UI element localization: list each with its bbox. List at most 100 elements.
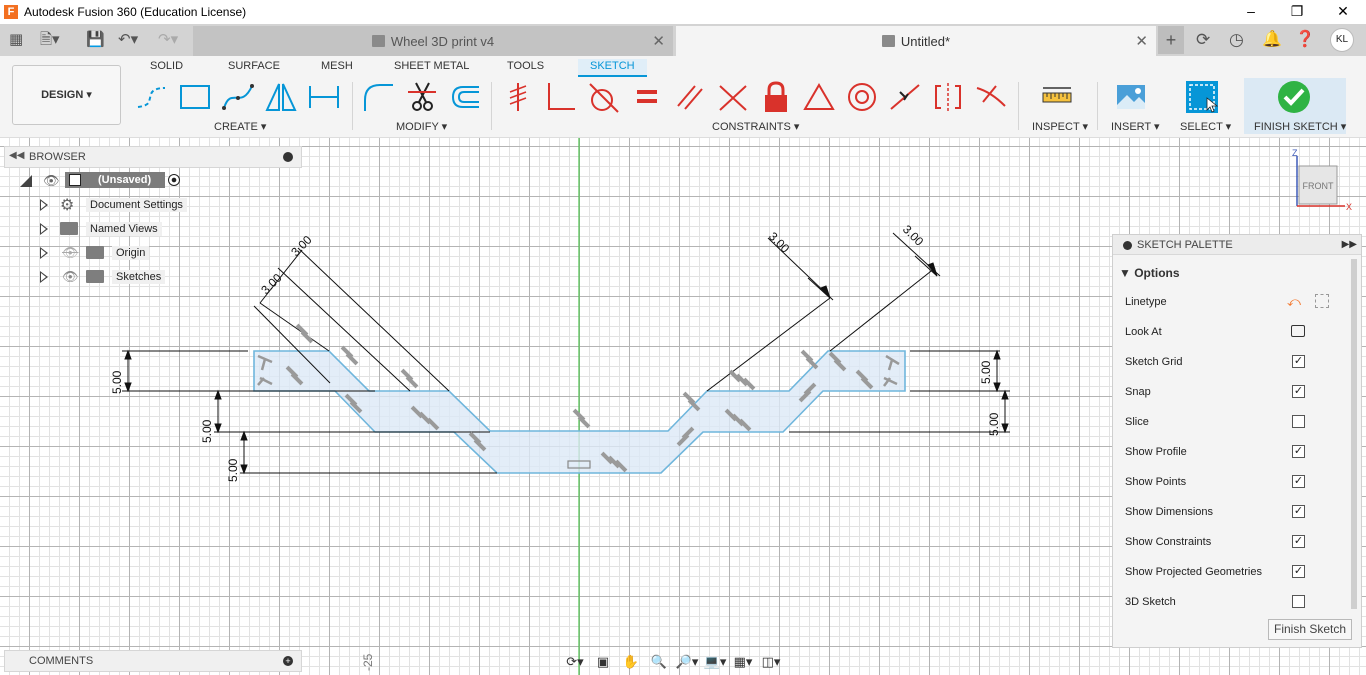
redo-icon[interactable]: ↷▾: [158, 30, 178, 50]
save-icon[interactable]: 💾: [86, 30, 105, 50]
canvas-viewport[interactable]: 3.00 3.00 3.00 3.00 5.00 5.00 5.00 5.00 …: [0, 138, 1366, 675]
slice-checkbox[interactable]: [1292, 415, 1305, 428]
finish-sketch-button[interactable]: Finish Sketch: [1268, 619, 1352, 640]
dim-text-angled-left-1[interactable]: 3.00: [288, 232, 315, 259]
options-section-header[interactable]: ▼ Options: [1119, 266, 1180, 280]
create-menu[interactable]: CREATE ▾: [214, 120, 266, 133]
expand-triangle-icon[interactable]: [40, 247, 48, 259]
browser-menu-icon[interactable]: [283, 152, 293, 162]
eye-icon[interactable]: 👁: [43, 173, 60, 189]
curvature-constraint-icon[interactable]: [974, 80, 1008, 114]
dim-text-height-left-1[interactable]: 5.00: [110, 370, 124, 394]
centerline-icon[interactable]: [1315, 294, 1329, 308]
equal-constraint-icon[interactable]: [630, 80, 664, 114]
job-status-icon[interactable]: ◷: [1229, 30, 1244, 50]
browser-root-row[interactable]: 👁 (Unsaved): [18, 170, 188, 192]
collapse-browser-icon[interactable]: ◀◀: [9, 150, 24, 161]
zoom-window-icon[interactable]: 🔎▾: [675, 654, 699, 670]
orbit-icon[interactable]: ⟳▾: [563, 654, 587, 670]
insert-image-icon[interactable]: [1114, 80, 1148, 114]
tab-tools[interactable]: TOOLS: [507, 59, 544, 77]
avatar[interactable]: KL: [1330, 28, 1354, 52]
3d-sketch-checkbox[interactable]: [1292, 595, 1305, 608]
palette-menu-icon[interactable]: [1123, 241, 1132, 250]
symmetric-constraint-icon[interactable]: [931, 80, 965, 114]
zoom-icon[interactable]: 🔍: [647, 654, 671, 670]
file-menu-icon[interactable]: 🗎▾: [40, 30, 60, 50]
dim-text-angled-right-2[interactable]: 3.00: [900, 222, 927, 249]
grid-settings-icon[interactable]: ▦▾: [731, 654, 755, 670]
snap-checkbox[interactable]: ✓: [1292, 385, 1305, 398]
palette-scrollbar[interactable]: [1351, 259, 1357, 609]
insert-menu[interactable]: INSERT ▾: [1111, 120, 1160, 133]
perpendicular-constraint-icon[interactable]: [544, 80, 578, 114]
dim-text-height-left-2[interactable]: 5.00: [200, 419, 214, 443]
show-points-checkbox[interactable]: ✓: [1292, 475, 1305, 488]
viewcube[interactable]: FRONT Z X: [1292, 148, 1352, 212]
rectangle-tool-icon[interactable]: [178, 80, 212, 114]
tab-sketch[interactable]: SKETCH: [578, 59, 647, 77]
tangent-constraint-icon[interactable]: [587, 80, 621, 114]
show-profile-checkbox[interactable]: ✓: [1292, 445, 1305, 458]
extensions-icon[interactable]: ⟳: [1196, 30, 1210, 50]
mirror-tool-icon[interactable]: [264, 80, 298, 114]
close-tab-icon[interactable]: ✕: [1135, 32, 1148, 50]
constraints-menu[interactable]: CONSTRAINTS ▾: [712, 120, 799, 133]
show-projected-geometries-checkbox[interactable]: ✓: [1292, 565, 1305, 578]
tab-mesh[interactable]: MESH: [321, 59, 353, 77]
finish-sketch-menu[interactable]: FINISH SKETCH ▾: [1254, 120, 1346, 133]
parallel-constraint-icon[interactable]: [673, 80, 707, 114]
show-dimensions-checkbox[interactable]: ✓: [1292, 505, 1305, 518]
select-menu[interactable]: SELECT ▾: [1180, 120, 1231, 133]
dim-text-angled-left-2[interactable]: 3.00: [258, 270, 285, 297]
collinear-constraint-icon[interactable]: [716, 80, 750, 114]
expanded-triangle-icon[interactable]: [20, 175, 32, 187]
tab-solid[interactable]: SOLID: [150, 59, 183, 77]
pan-hand-icon[interactable]: ✋: [619, 654, 643, 670]
maximize-button[interactable]: ❐: [1274, 0, 1320, 24]
close-tab-icon[interactable]: ✕: [652, 32, 665, 50]
spline-tool-icon[interactable]: [221, 80, 255, 114]
new-tab-button[interactable]: +: [1158, 26, 1184, 54]
finish-sketch-check-icon[interactable]: [1277, 80, 1311, 114]
doc-tab-untitled[interactable]: Untitled* ✕: [676, 26, 1156, 56]
look-at-icon[interactable]: ▣: [591, 654, 615, 670]
modify-menu[interactable]: MODIFY ▾: [396, 120, 447, 133]
offset-tool-icon[interactable]: [448, 80, 482, 114]
viewports-icon[interactable]: ◫▾: [759, 654, 783, 670]
show-constraints-checkbox[interactable]: ✓: [1292, 535, 1305, 548]
fix-lock-icon[interactable]: [759, 80, 793, 114]
sketch-grid-checkbox[interactable]: ✓: [1292, 355, 1305, 368]
dim-text-height-left-3[interactable]: 5.00: [226, 458, 240, 482]
look-at-icon[interactable]: [1291, 325, 1305, 337]
browser-item-named-views[interactable]: Named Views: [38, 218, 188, 240]
browser-item-sketches[interactable]: 👁 Sketches: [38, 266, 188, 288]
concentric-constraint-icon[interactable]: [845, 80, 879, 114]
add-comment-icon[interactable]: +: [283, 656, 293, 666]
construction-line-icon[interactable]: ⤺: [1287, 294, 1301, 310]
dim-text-height-right-1[interactable]: 5.00: [979, 360, 993, 384]
help-icon[interactable]: ❓: [1295, 30, 1315, 50]
select-cursor-icon[interactable]: [1185, 80, 1219, 114]
expand-triangle-icon[interactable]: [40, 223, 48, 235]
measure-ruler-icon[interactable]: [1040, 80, 1074, 114]
trim-scissors-icon[interactable]: [405, 80, 439, 114]
dim-text-height-right-2[interactable]: 5.00: [987, 412, 1001, 436]
midpoint-constraint-icon[interactable]: [888, 80, 922, 114]
activate-radio-icon[interactable]: [168, 174, 180, 186]
app-grid-icon[interactable]: ▦: [9, 30, 23, 50]
minimize-button[interactable]: –: [1228, 0, 1274, 24]
tab-sheet-metal[interactable]: SHEET METAL: [394, 59, 469, 77]
expand-triangle-icon[interactable]: [40, 199, 48, 211]
line-tool-icon[interactable]: [135, 80, 169, 114]
symmetry-triangle-icon[interactable]: [802, 80, 836, 114]
tab-surface[interactable]: SURFACE: [228, 59, 280, 77]
browser-item-origin[interactable]: 👁 Origin: [38, 242, 188, 264]
undo-icon[interactable]: ↶▾: [118, 30, 138, 50]
collapse-palette-icon[interactable]: ▶▶: [1342, 235, 1357, 255]
display-settings-icon[interactable]: 💻▾: [703, 654, 727, 670]
dim-text-angled-right-1[interactable]: 3.00: [766, 229, 793, 256]
fillet-tool-icon[interactable]: [362, 80, 396, 114]
browser-item-document-settings[interactable]: ⚙ Document Settings: [38, 194, 188, 216]
workspace-switcher-button[interactable]: DESIGN ▾: [12, 65, 121, 125]
